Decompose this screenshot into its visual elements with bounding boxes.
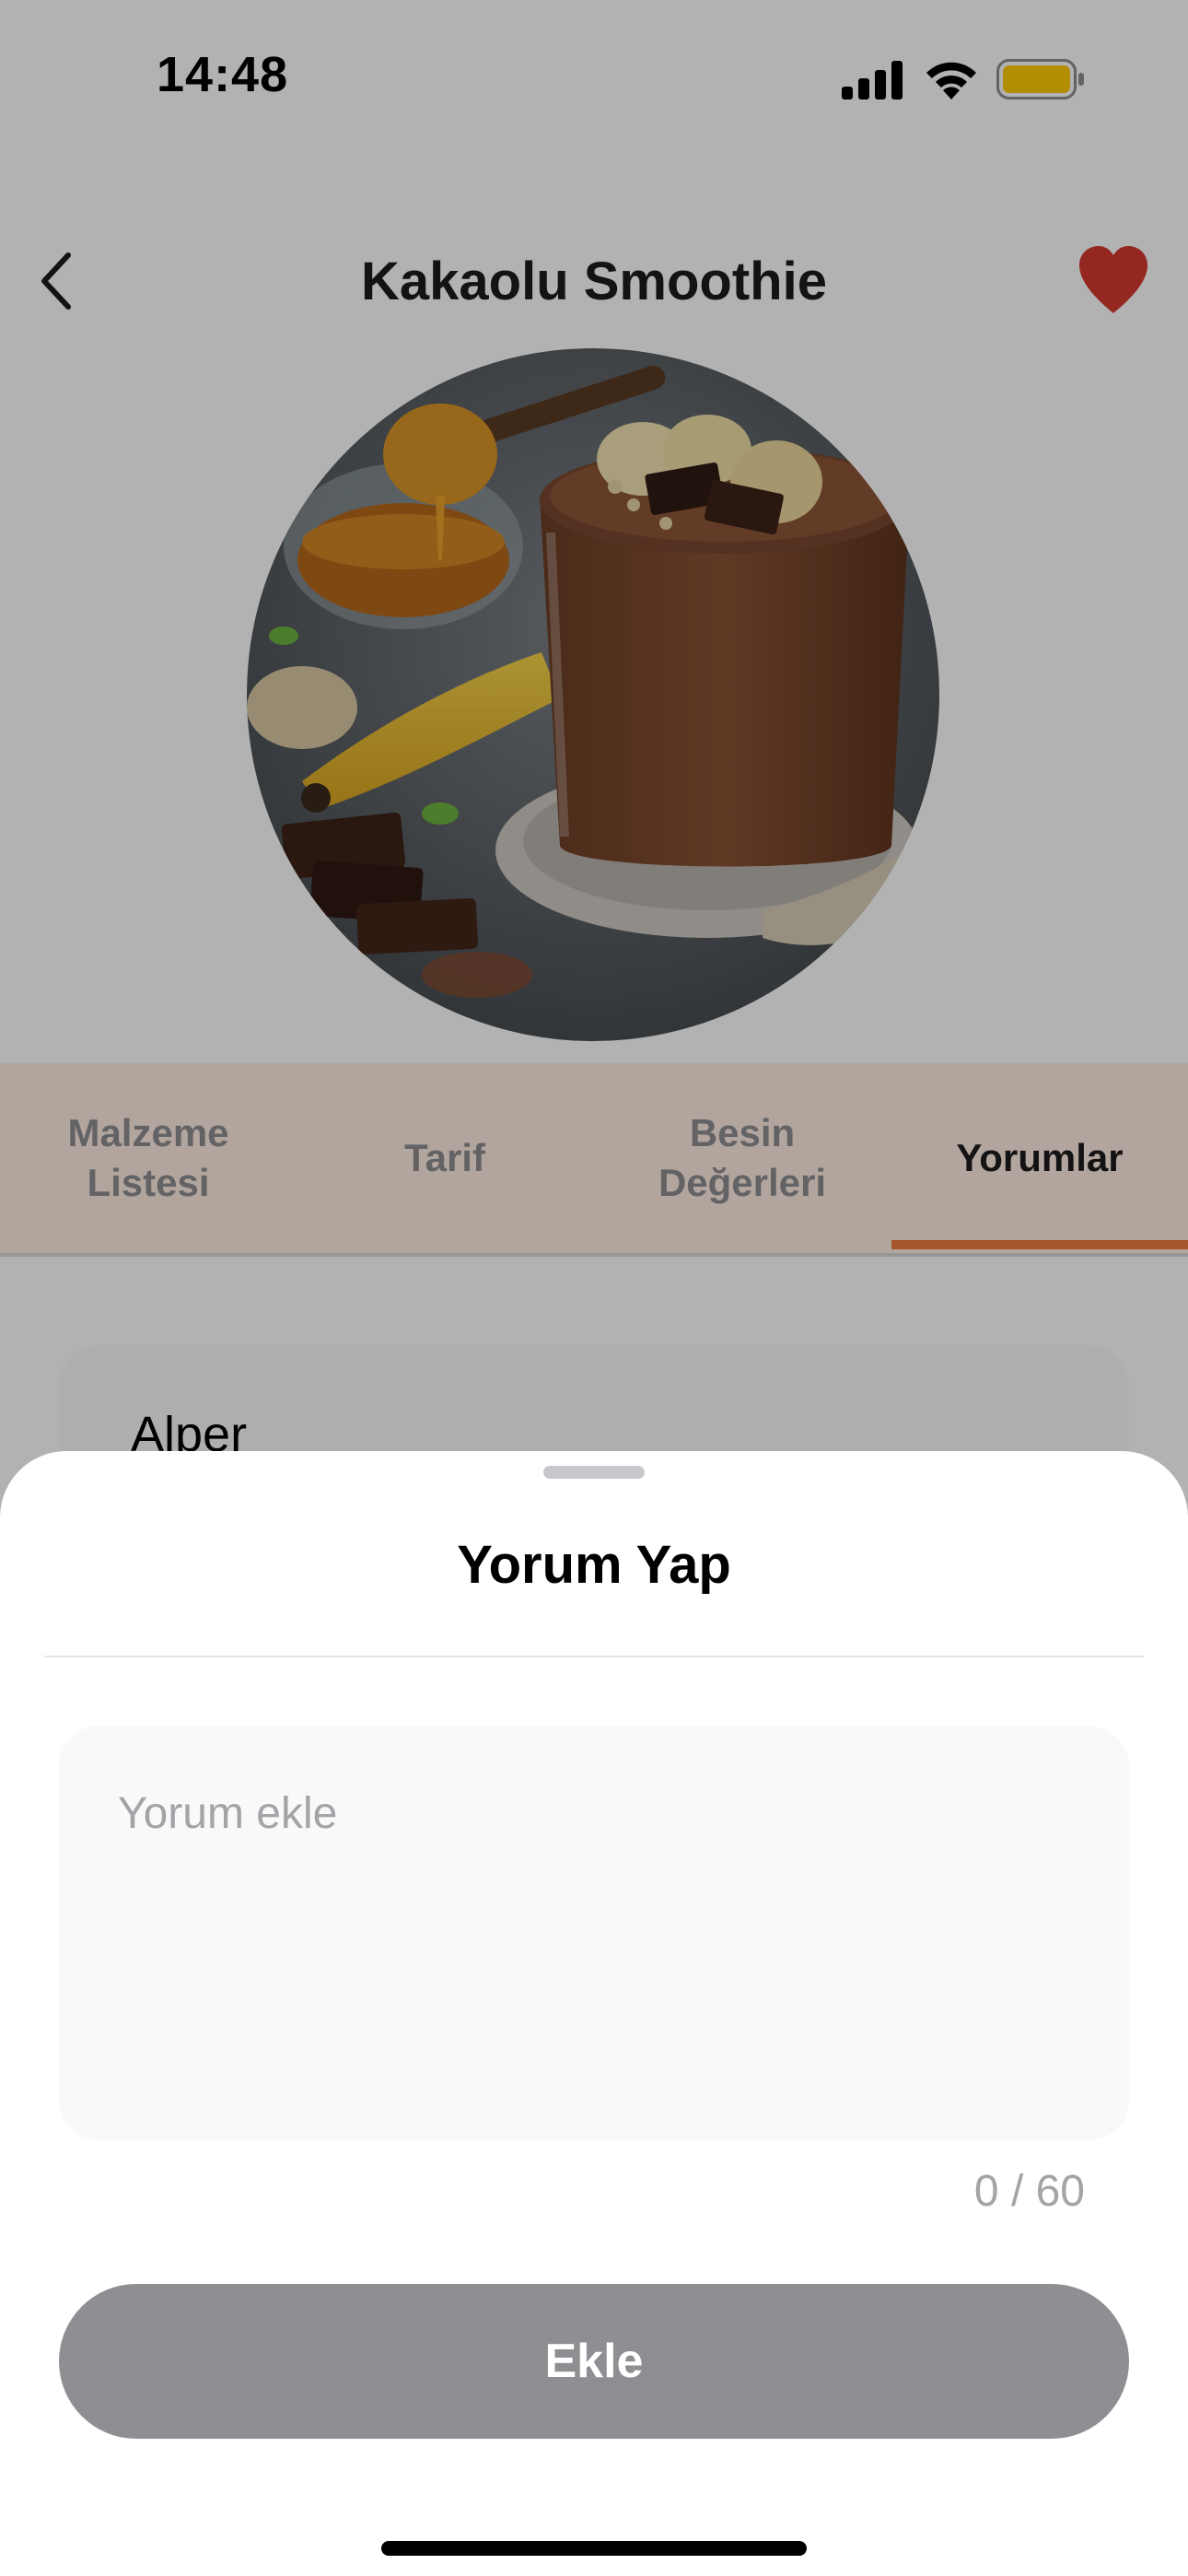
home-indicator <box>381 2541 807 2556</box>
add-comment-button[interactable]: Ekle <box>59 2284 1129 2439</box>
char-counter: 0 / 60 <box>973 2167 1085 2216</box>
divider <box>44 1656 1144 1657</box>
comment-input[interactable] <box>59 1726 1129 2140</box>
screen: 14:48 Kakaolu Smoothie Malzeme Listesi T… <box>0 0 1188 2576</box>
comment-sheet: Yorum Yap 0 / 60 Ekle <box>0 1451 1188 2576</box>
sheet-title: Yorum Yap <box>457 1535 731 1595</box>
sheet-grabber[interactable] <box>543 1466 645 1479</box>
